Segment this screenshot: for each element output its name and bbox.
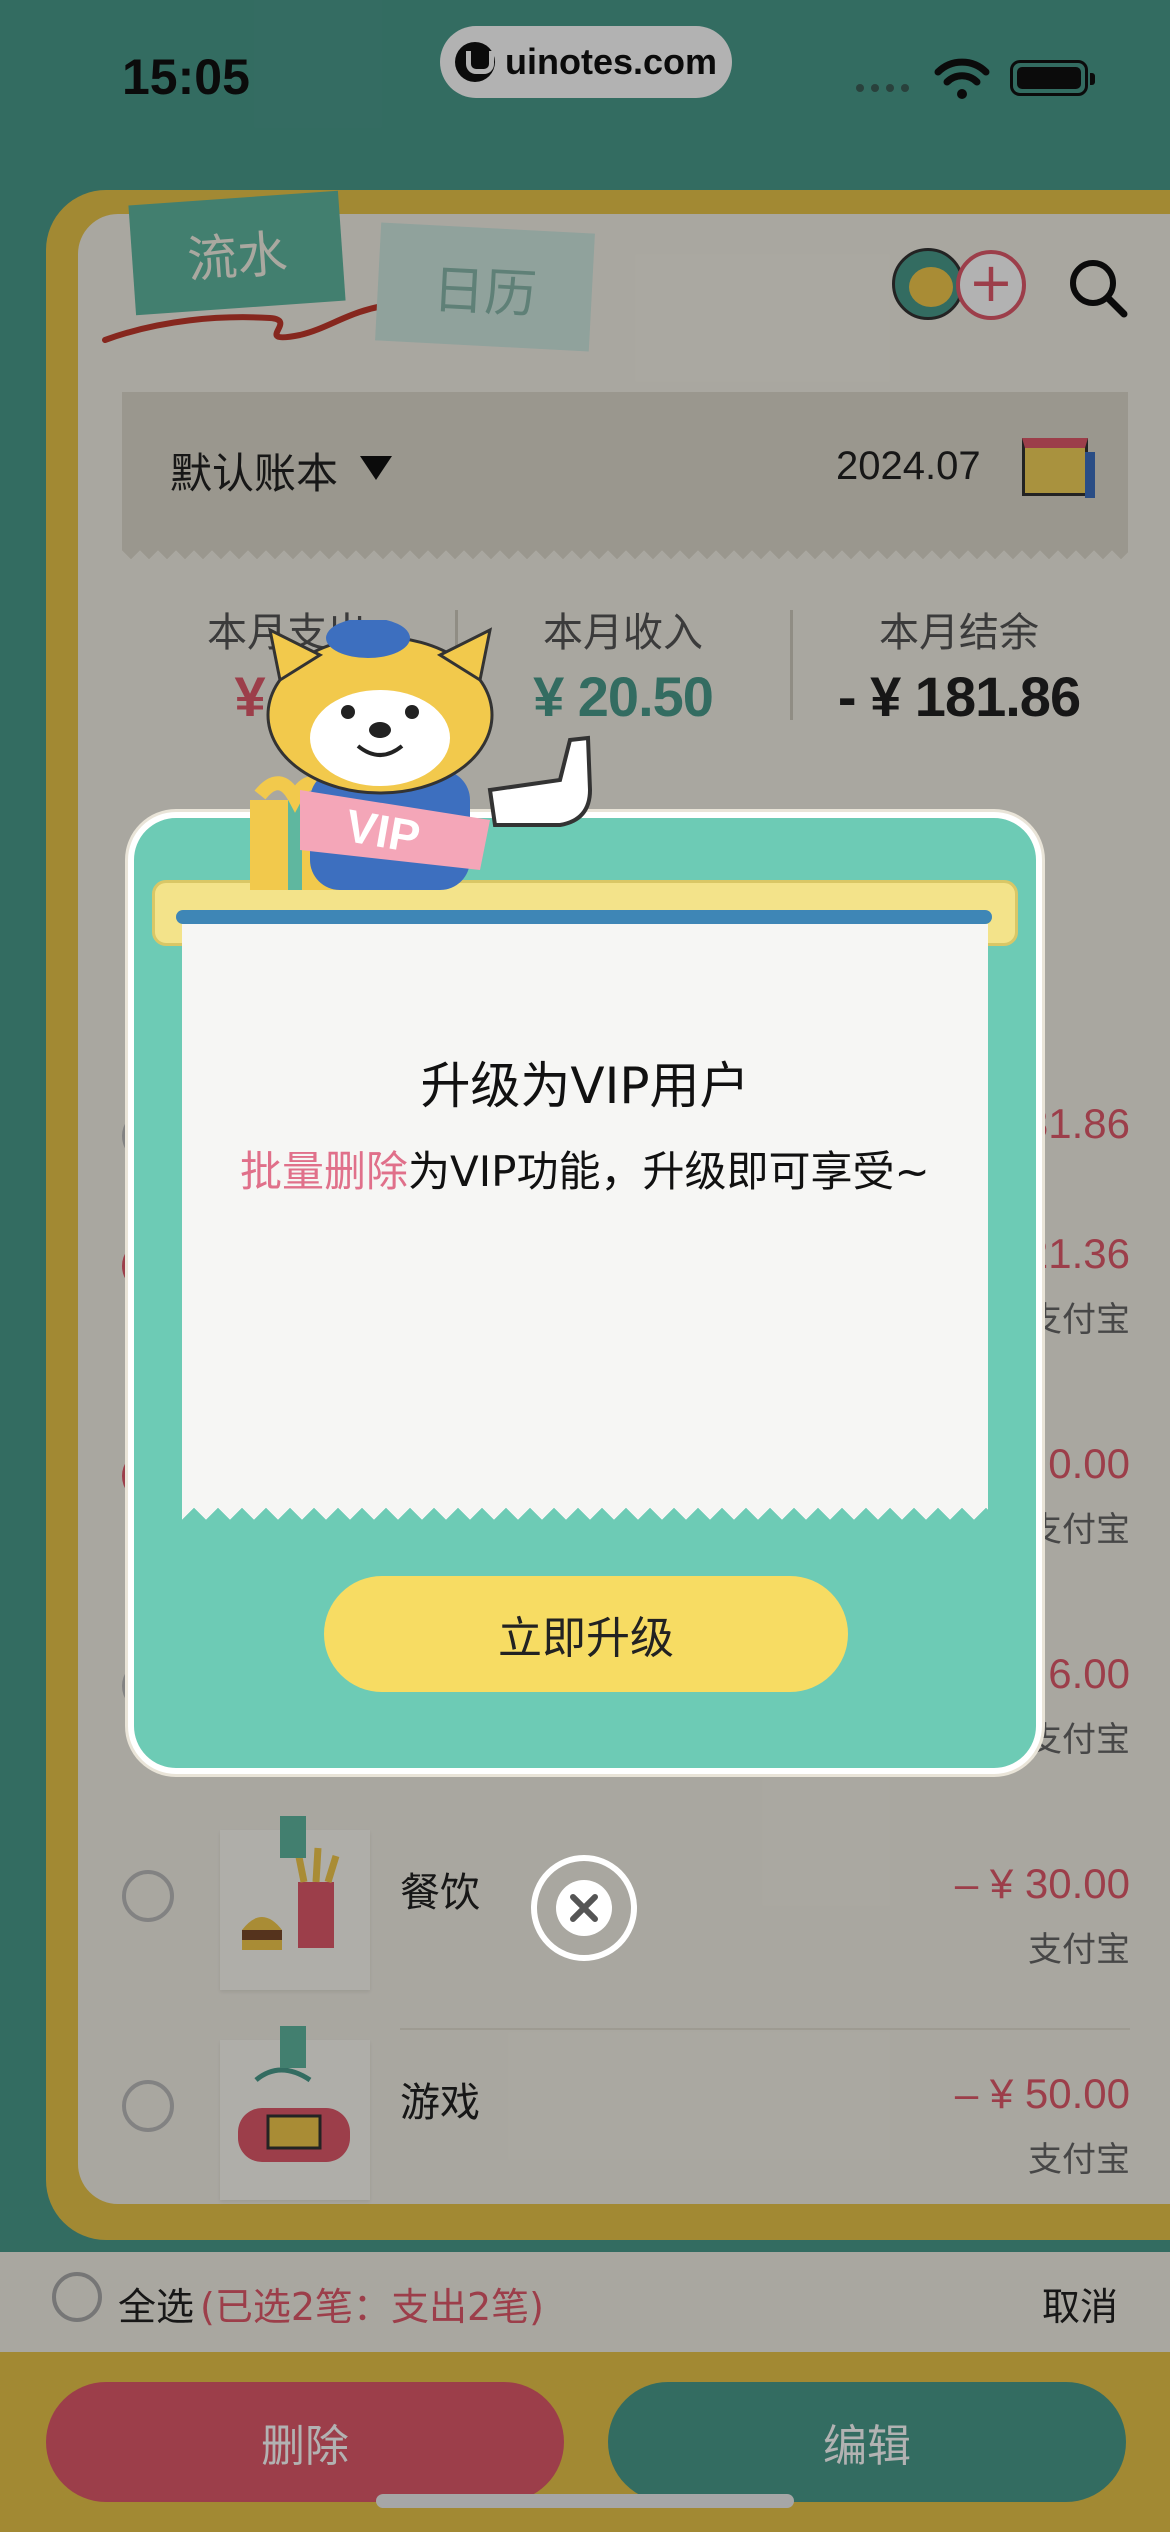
close-icon[interactable] [528,1852,640,1964]
modal-message: 批量删除为VIP功能，升级即可享受~ [240,1140,940,1204]
shiba-mascot-icon: VIP [250,620,593,890]
modal-message-text: 为VIP功能，升级即可享受~ [408,1147,930,1196]
upgrade-now-button[interactable]: 立即升级 [324,1576,848,1692]
receipt-paper [182,924,988,1524]
modal-message-highlight: 批量删除 [240,1147,409,1196]
modal-title: 升级为VIP用户 [420,1057,750,1115]
receipt-roller-bar [176,910,992,924]
